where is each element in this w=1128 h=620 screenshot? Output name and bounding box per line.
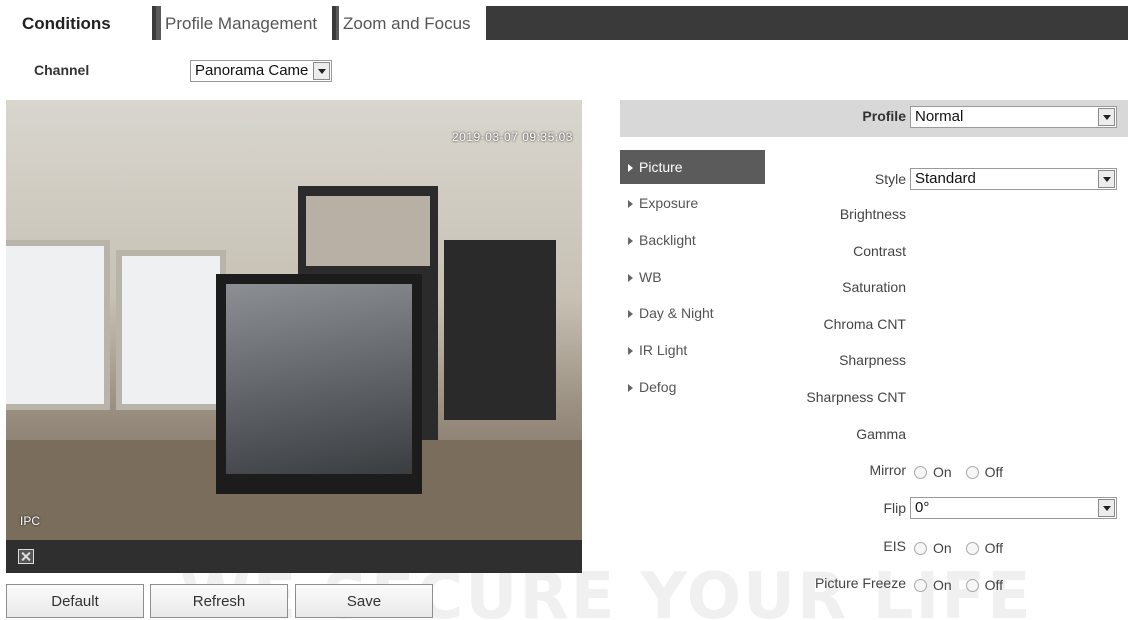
- menu-item-ir-light[interactable]: IR Light: [620, 333, 765, 367]
- chevron-down-icon[interactable]: [1098, 170, 1115, 188]
- caret-right-icon: [628, 200, 633, 209]
- mirror-off-label: Off: [984, 464, 1003, 481]
- menu-item-label: Defog: [639, 379, 677, 395]
- chroma-cnt-label: Chroma CNT: [823, 316, 906, 332]
- profile-label: Profile: [862, 108, 906, 124]
- eis-off-label: Off: [984, 540, 1003, 557]
- picture-freeze-on-radio[interactable]: [914, 578, 927, 592]
- caret-right-icon: [628, 237, 633, 246]
- picture-freeze-radio-group: On Off: [914, 576, 1013, 593]
- tab-conditions[interactable]: Conditions: [6, 6, 152, 40]
- style-select-value: Standard: [915, 170, 976, 187]
- save-button[interactable]: Save: [295, 584, 433, 618]
- profile-select[interactable]: Normal: [910, 106, 1117, 128]
- caret-right-icon: [628, 164, 633, 173]
- menu-item-label: Exposure: [639, 195, 699, 211]
- style-select[interactable]: Standard: [910, 168, 1117, 190]
- mirror-off-radio[interactable]: [965, 465, 979, 479]
- menu-item-label: WB: [639, 269, 662, 285]
- menu-item-exposure[interactable]: Exposure: [620, 186, 765, 220]
- channel-label: Channel: [34, 62, 90, 78]
- video-scene-screen: [226, 284, 412, 474]
- fullscreen-icon[interactable]: [18, 549, 34, 564]
- tab-bar: Conditions Profile Management Zoom and F…: [6, 6, 1128, 40]
- channel-select[interactable]: Panorama Came: [190, 60, 332, 82]
- eis-on-radio[interactable]: [914, 541, 927, 555]
- style-label: Style: [874, 171, 906, 187]
- gamma-label: Gamma: [856, 426, 906, 442]
- menu-item-label: Picture: [639, 159, 683, 175]
- picture-freeze-on-label: On: [933, 577, 952, 594]
- menu-item-backlight[interactable]: Backlight: [620, 223, 765, 257]
- profile-select-value: Normal: [915, 108, 964, 125]
- picture-freeze-off-label: Off: [984, 577, 1003, 594]
- menu-item-wb[interactable]: WB: [620, 260, 765, 294]
- eis-radio-group: On Off: [914, 539, 1013, 556]
- eis-off-radio[interactable]: [965, 541, 979, 555]
- flip-select-value: 0°: [915, 499, 930, 516]
- chevron-down-icon[interactable]: [1098, 108, 1115, 126]
- sharpness-label: Sharpness: [839, 352, 906, 368]
- tab-zoom-and-focus[interactable]: Zoom and Focus: [336, 6, 486, 40]
- menu-item-label: Backlight: [639, 232, 696, 248]
- default-button[interactable]: Default: [6, 584, 144, 618]
- eis-label: EIS: [883, 538, 906, 554]
- caret-right-icon: [628, 310, 633, 319]
- picture-freeze-label: Picture Freeze: [814, 575, 906, 591]
- caret-right-icon: [628, 274, 633, 283]
- mirror-radio-group: On Off: [914, 463, 1013, 480]
- menu-item-label: Day & Night: [639, 305, 714, 321]
- picture-freeze-off-radio[interactable]: [965, 578, 979, 592]
- menu-item-day-night[interactable]: Day & Night: [620, 296, 765, 330]
- mirror-on-radio[interactable]: [914, 465, 927, 479]
- video-channel-name: IPC: [20, 514, 41, 528]
- eis-on-label: On: [933, 540, 952, 557]
- contrast-label: Contrast: [853, 243, 906, 259]
- video-scene-window: [116, 250, 226, 410]
- refresh-button[interactable]: Refresh: [150, 584, 288, 618]
- channel-select-value: Panorama Came: [195, 62, 309, 79]
- flip-label: Flip: [883, 500, 906, 516]
- mirror-on-label: On: [933, 464, 952, 481]
- video-preview: 2019-03-07 09:35:03 IPC: [6, 100, 582, 540]
- menu-item-label: IR Light: [639, 342, 688, 358]
- flip-select[interactable]: 0°: [910, 497, 1117, 519]
- saturation-label: Saturation: [842, 279, 906, 295]
- menu-item-defog[interactable]: Defog: [620, 370, 765, 404]
- video-scene-monitor: [444, 240, 556, 420]
- brightness-label: Brightness: [839, 206, 906, 222]
- mirror-label: Mirror: [869, 462, 906, 478]
- caret-right-icon: [628, 347, 633, 356]
- video-toolbar: [6, 540, 582, 573]
- video-scene-poster-image: [306, 196, 430, 266]
- video-timestamp: 2019-03-07 09:35:03: [452, 130, 573, 144]
- chevron-down-icon[interactable]: [1098, 499, 1115, 517]
- caret-right-icon: [628, 384, 633, 393]
- chevron-down-icon[interactable]: [313, 62, 330, 80]
- video-scene-window: [6, 240, 110, 410]
- tab-profile-management[interactable]: Profile Management: [156, 6, 332, 40]
- menu-item-picture[interactable]: Picture: [620, 150, 765, 184]
- sharpness-cnt-label: Sharpness CNT: [806, 389, 906, 405]
